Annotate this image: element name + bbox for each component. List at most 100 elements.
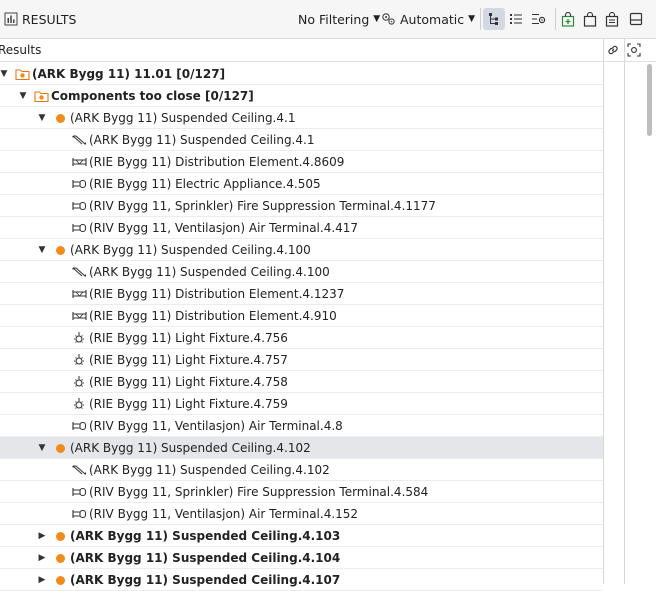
tree-row[interactable]: ▼ (ARK Bygg 11) Suspended Ceiling.4.1 [0, 107, 603, 129]
terminal-icon [71, 220, 87, 236]
tree-row-label: (RIV Bygg 11, Sprinkler) Fire Suppressio… [89, 485, 429, 499]
settings-list-button[interactable] [527, 8, 549, 30]
tree-row[interactable]: (ARK Bygg 11) Suspended Ceiling.4.100 [0, 261, 603, 283]
light-fixture-icon [71, 330, 87, 346]
ceiling-icon [71, 132, 87, 148]
results-tree: ▼ (ARK Bygg 11) 11.01 [0/127] ▼ Components … [0, 63, 603, 591]
terminal-icon [71, 176, 87, 192]
results-column-header: Results [0, 39, 656, 62]
tree-row[interactable]: (ARK Bygg 11) Suspended Ceiling.4.1 [0, 129, 603, 151]
list-view-button[interactable] [505, 8, 527, 30]
bag-list-button[interactable] [601, 8, 623, 30]
tree-row-label: (RIE Bygg 11) Light Fixture.4.756 [89, 331, 288, 345]
tree-row-label: (RIV Bygg 11, Sprinkler) Fire Suppressio… [89, 199, 436, 213]
mode-dropdown-label: Automatic [400, 11, 465, 27]
panel-title: RESULTS [4, 12, 76, 27]
results-chart-icon [4, 12, 18, 26]
tree-row-label: (ARK Bygg 11) Suspended Ceiling.4.100 [70, 243, 311, 257]
add-to-bag-button[interactable] [557, 8, 579, 30]
tree-row[interactable]: (RIE Bygg 11) Light Fixture.4.758 [0, 371, 603, 393]
column-divider [603, 39, 604, 584]
focus-button[interactable] [626, 42, 642, 58]
column-divider [624, 39, 625, 584]
orange-dot-icon [52, 572, 68, 588]
tree-row[interactable]: (RIE Bygg 11) Distribution Element.4.910 [0, 305, 603, 327]
orange-dot-icon [52, 242, 68, 258]
tree-row[interactable]: ▼ (ARK Bygg 11) Suspended Ceiling.4.100 [0, 239, 603, 261]
tree-row[interactable]: (RIV Bygg 11, Sprinkler) Fire Suppressio… [0, 195, 603, 217]
expand-right-icon[interactable]: ▶ [37, 569, 47, 591]
tree-view-button[interactable] [483, 8, 505, 30]
distribution-icon [71, 286, 87, 302]
terminal-icon [71, 484, 87, 500]
expand-down-icon[interactable]: ▼ [18, 85, 28, 107]
tree-row-label: (ARK Bygg 11) Suspended Ceiling.4.104 [70, 551, 341, 565]
expand-down-icon[interactable]: ▼ [0, 63, 9, 85]
scrollbar-thumb[interactable] [647, 64, 652, 136]
tree-row-label: (RIE Bygg 11) Distribution Element.4.860… [89, 155, 345, 169]
tree-row[interactable]: (RIE Bygg 11) Distribution Element.4.123… [0, 283, 603, 305]
tree-view-icon [489, 13, 498, 25]
link-button[interactable] [605, 42, 621, 58]
tree-row[interactable]: (RIV Bygg 11, Ventilasjon) Air Terminal.… [0, 415, 603, 437]
tree-row-label: (RIE Bygg 11) Electric Appliance.4.505 [89, 177, 321, 191]
light-fixture-icon [71, 396, 87, 412]
tree-row[interactable]: ▼ (ARK Bygg 11) Suspended Ceiling.4.102 [0, 437, 603, 459]
tree-row[interactable]: (RIV Bygg 11, Sprinkler) Fire Suppressio… [0, 481, 603, 503]
tree-row-label: (ARK Bygg 11) Suspended Ceiling.4.107 [70, 573, 341, 587]
bag-icon [583, 11, 597, 27]
tree-row-label: (RIV Bygg 11, Ventilasjon) Air Terminal.… [89, 221, 359, 235]
tree-row[interactable]: ▼ Components too close [0/127] [0, 85, 603, 107]
chevron-down-icon: ▼ [373, 14, 381, 24]
link-icon [608, 45, 618, 55]
tree-row[interactable]: (ARK Bygg 11) Suspended Ceiling.4.102 [0, 459, 603, 481]
tree-row-label: (RIE Bygg 11) Distribution Element.4.123… [89, 287, 345, 301]
tree-row-label: (RIV Bygg 11, Ventilasjon) Air Terminal.… [89, 419, 343, 433]
orange-dot-icon [52, 440, 68, 456]
layout-toggle-button[interactable] [625, 8, 647, 30]
ceiling-icon [71, 462, 87, 478]
tree-row-label: (ARK Bygg 11) Suspended Ceiling.4.102 [70, 441, 311, 455]
orange-dot-icon [52, 550, 68, 566]
terminal-icon [71, 198, 87, 214]
tree-row[interactable]: (RIV Bygg 11, Ventilasjon) Air Terminal.… [0, 503, 603, 525]
panel-title-text: RESULTS [22, 11, 77, 27]
tree-row[interactable]: ▶ (ARK Bygg 11) Suspended Ceiling.4.107 [0, 569, 603, 591]
tree-row[interactable]: (RIE Bygg 11) Distribution Element.4.860… [0, 151, 603, 173]
folder-orange-icon [33, 88, 49, 104]
folder-orange-icon [14, 66, 30, 82]
orange-dot-icon [52, 110, 68, 126]
filter-dropdown-label: No Filtering [298, 11, 370, 27]
tree-row[interactable]: (RIE Bygg 11) Light Fixture.4.759 [0, 393, 603, 415]
orange-dot-icon [52, 528, 68, 544]
tree-row[interactable]: ▼ (ARK Bygg 11) 11.01 [0/127] [0, 63, 603, 85]
expand-down-icon[interactable]: ▼ [37, 107, 47, 129]
filter-dropdown[interactable]: No Filtering ▼ [298, 8, 380, 30]
tree-row-label: (RIV Bygg 11, Ventilasjon) Air Terminal.… [89, 507, 359, 521]
panel-layout-icon [629, 12, 643, 26]
results-column-label: Results [0, 43, 42, 57]
ceiling-icon [71, 264, 87, 280]
distribution-icon [71, 308, 87, 324]
tree-row-label: (RIE Bygg 11) Light Fixture.4.759 [89, 397, 288, 411]
tree-row-label: (ARK Bygg 11) Suspended Ceiling.4.1 [89, 133, 315, 147]
expand-right-icon[interactable]: ▶ [37, 547, 47, 569]
terminal-icon [71, 506, 87, 522]
tree-row[interactable]: (RIE Bygg 11) Light Fixture.4.756 [0, 327, 603, 349]
bag-button[interactable] [579, 8, 601, 30]
tree-row[interactable]: ▶ (ARK Bygg 11) Suspended Ceiling.4.103 [0, 525, 603, 547]
chevron-down-icon: ▼ [468, 14, 476, 24]
expand-down-icon[interactable]: ▼ [37, 437, 47, 459]
gear-list-icon [531, 14, 545, 24]
mode-dropdown[interactable]: Automatic ▼ [381, 8, 475, 30]
light-fixture-icon [71, 374, 87, 390]
tree-row[interactable]: (RIE Bygg 11) Electric Appliance.4.505 [0, 173, 603, 195]
tree-row[interactable]: ▶ (ARK Bygg 11) Suspended Ceiling.4.104 [0, 547, 603, 569]
list-view-icon [510, 14, 522, 24]
bag-list-icon [605, 11, 619, 27]
tree-row[interactable]: (RIE Bygg 11) Light Fixture.4.757 [0, 349, 603, 371]
expand-right-icon[interactable]: ▶ [37, 525, 47, 547]
expand-down-icon[interactable]: ▼ [37, 239, 47, 261]
tree-row[interactable]: (RIV Bygg 11, Ventilasjon) Air Terminal.… [0, 217, 603, 239]
vertical-scrollbar[interactable] [644, 62, 654, 584]
